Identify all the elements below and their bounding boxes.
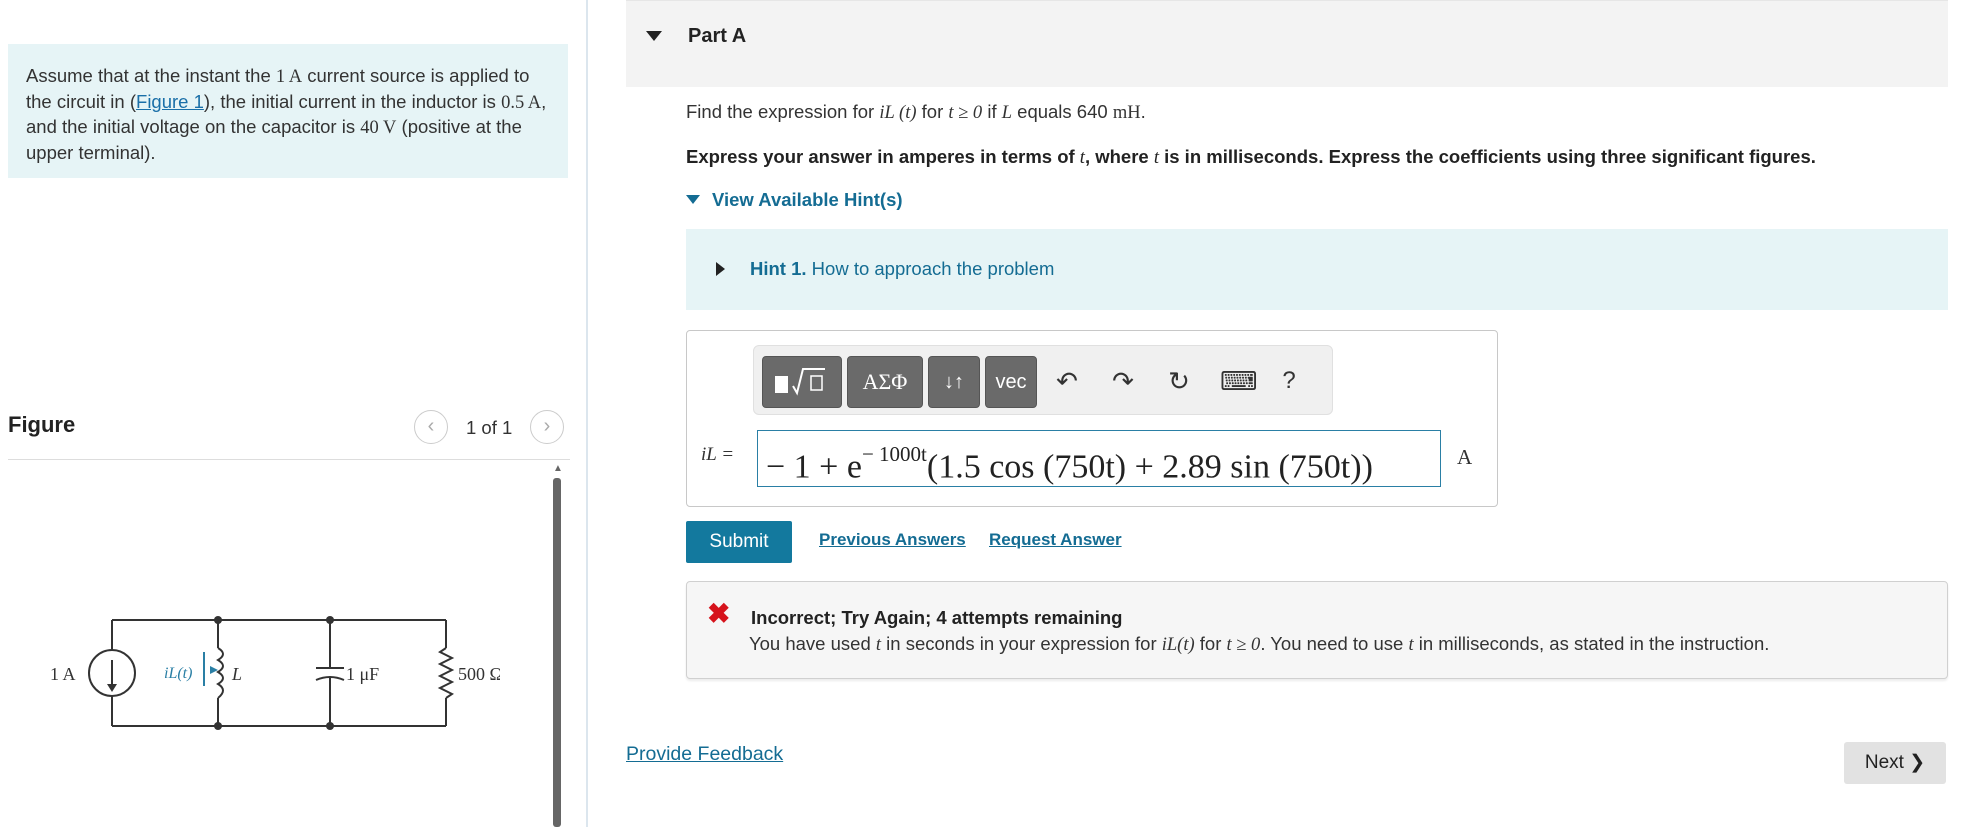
capacitor-label: 1 μF xyxy=(346,664,379,684)
reset-icon[interactable]: ↻ xyxy=(1164,366,1194,396)
answer-label: iL = xyxy=(701,444,735,465)
arrows-button[interactable]: ↓↑ xyxy=(928,356,980,408)
help-icon[interactable]: ? xyxy=(1274,366,1304,396)
intro-text: ), the initial current in the inductor i… xyxy=(203,90,502,112)
view-hints-toggle[interactable]: View Available Hint(s) xyxy=(686,189,903,211)
question-variable: iL (t) xyxy=(879,103,917,123)
problem-intro: Assume that at the instant the 1 A curre… xyxy=(8,44,568,178)
circuit-diagram: 1 A iL(t) L 1 μF 500 Ω xyxy=(50,616,500,730)
figure-header: Figure ‹ 1 of 1 › xyxy=(8,410,570,460)
request-answer-link[interactable]: Request Answer xyxy=(989,530,1122,550)
feedback-message: You have used t in seconds in your expre… xyxy=(749,633,1770,655)
answer-expression-start: − 1 + e xyxy=(766,448,862,486)
math-toolbar: ΑΣΦ ↓↑ vec ↶ ↷ ↻ ⌨ ? xyxy=(753,345,1333,415)
part-title: Part A xyxy=(688,25,747,47)
caret-down-icon[interactable] xyxy=(646,31,662,41)
chevron-right-icon[interactable]: › xyxy=(530,410,564,444)
intro-capacitor-voltage: 40 V xyxy=(360,118,397,138)
templates-icon xyxy=(775,368,825,396)
figure-scrollbar[interactable] xyxy=(553,478,561,827)
hint-title: How to approach the problem xyxy=(806,258,1055,279)
scroll-up-icon[interactable]: ▲ xyxy=(553,463,563,474)
source-label: 1 A xyxy=(50,664,76,684)
error-x-icon: ✖ xyxy=(707,598,731,629)
figure-counter: 1 of 1 xyxy=(466,417,513,438)
previous-answers-link[interactable]: Previous Answers xyxy=(819,530,966,550)
next-button[interactable]: Next ❯ xyxy=(1844,742,1946,784)
hint-1-toggle[interactable]: Hint 1. How to approach the problem xyxy=(750,258,1054,280)
feedback-title: Incorrect; Try Again; 4 attempts remaini… xyxy=(751,607,1123,628)
submit-button[interactable]: Submit xyxy=(686,521,792,563)
answer-box: ΑΣΦ ↓↑ vec ↶ ↷ ↻ ⌨ ? iL = − 1 + e− 1000t… xyxy=(686,330,1498,507)
left-panel: Assume that at the instant the 1 A curre… xyxy=(0,0,586,827)
inductor-current-label: iL(t) xyxy=(164,665,192,682)
part-header[interactable]: Part A xyxy=(626,0,1948,87)
answer-exponent: − 1000t xyxy=(861,442,927,466)
intro-text: Assume that at the instant the xyxy=(26,65,276,86)
answer-expression-rest: (1.5 cos (750t) + 2.89 sin (750t)) xyxy=(926,448,1373,486)
intro-inductor-current: 0.5 A xyxy=(501,92,542,113)
feedback-box: ✖ Incorrect; Try Again; 4 attempts remai… xyxy=(686,581,1948,679)
figure-link[interactable]: Figure 1 xyxy=(136,91,204,112)
resistor-label: 500 Ω xyxy=(458,664,500,684)
intro-current-value: 1 A xyxy=(275,67,303,87)
figure-title: Figure xyxy=(8,412,76,437)
provide-feedback-link[interactable]: Provide Feedback xyxy=(626,743,783,766)
templates-button[interactable] xyxy=(762,356,842,408)
panel-divider[interactable] xyxy=(586,0,588,827)
keyboard-icon[interactable]: ⌨ xyxy=(1220,366,1258,396)
answer-input[interactable]: − 1 + e− 1000t(1.5 cos (750t) + 2.89 sin… xyxy=(757,430,1441,487)
answer-unit: A xyxy=(1457,445,1473,469)
question-text: Find the expression for iL (t) for t ≥ 0… xyxy=(686,101,1146,123)
inductor-label: L xyxy=(231,664,242,684)
vector-button[interactable]: vec xyxy=(985,356,1037,408)
undo-icon[interactable]: ↶ xyxy=(1052,366,1082,396)
instruction-text: Express your answer in amperes in terms … xyxy=(686,146,1816,168)
redo-icon[interactable]: ↷ xyxy=(1108,366,1138,396)
greek-symbols-button[interactable]: ΑΣΦ xyxy=(847,356,923,408)
caret-down-icon xyxy=(686,194,700,204)
hint-panel: Hint 1. How to approach the problem xyxy=(686,229,1948,310)
caret-right-icon[interactable] xyxy=(716,262,725,276)
question-L: L xyxy=(1001,103,1013,123)
chevron-left-icon[interactable]: ‹ xyxy=(414,410,448,444)
question-condition: t ≥ 0 xyxy=(948,103,983,123)
hint-number: Hint 1. xyxy=(750,258,807,279)
question-unit: mH xyxy=(1112,103,1141,123)
